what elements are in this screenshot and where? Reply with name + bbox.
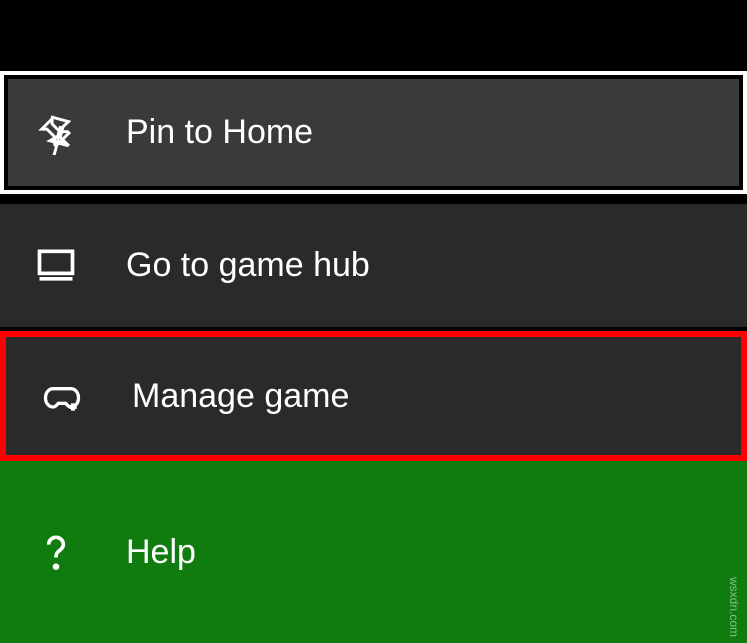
top-spacer bbox=[0, 0, 747, 71]
context-menu: Pin to Home Go to game hub Manage game bbox=[0, 71, 747, 643]
manage-game-label: Manage game bbox=[132, 377, 349, 416]
go-to-game-hub-button[interactable]: Go to game hub bbox=[0, 204, 747, 327]
help-icon bbox=[34, 530, 78, 574]
go-to-game-hub-label: Go to game hub bbox=[126, 246, 370, 285]
help-button[interactable]: Help bbox=[0, 461, 747, 643]
hub-icon bbox=[34, 244, 78, 288]
pin-to-home-button[interactable]: Pin to Home bbox=[0, 71, 747, 194]
pin-to-home-label: Pin to Home bbox=[126, 113, 313, 152]
manage-game-button[interactable]: Manage game bbox=[6, 337, 741, 455]
help-label: Help bbox=[126, 533, 196, 572]
watermark: wsxdn.com bbox=[727, 577, 741, 637]
menu-gap bbox=[0, 194, 747, 204]
highlight-annotation: Manage game bbox=[0, 331, 747, 461]
pin-icon bbox=[34, 111, 78, 155]
controller-icon bbox=[40, 374, 84, 418]
